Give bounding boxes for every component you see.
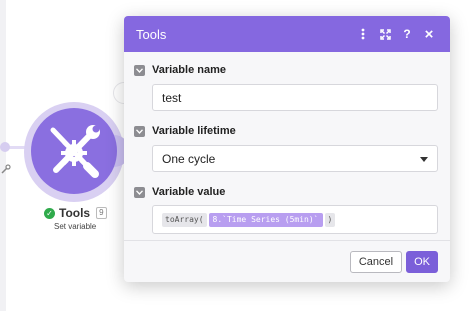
dialog-body: Variable name test Variable lifetime One…: [124, 52, 450, 234]
module-subtitle: Set variable: [54, 222, 97, 231]
small-wrench-icon[interactable]: [0, 163, 12, 175]
incoming-connection-dot[interactable]: [0, 142, 10, 152]
canvas-left-edge: [0, 0, 6, 311]
help-icon[interactable]: ?: [396, 23, 418, 45]
success-check-icon: ✓: [44, 207, 55, 219]
dialog-title: Tools: [136, 26, 167, 42]
collapse-chevron-icon[interactable]: [134, 125, 145, 137]
tools-module[interactable]: [31, 108, 117, 194]
variable-name-label: Variable name: [152, 64, 226, 76]
dialog-footer: Cancel OK: [124, 240, 450, 282]
variable-name-label-row[interactable]: Variable name: [134, 62, 438, 78]
tools-icon: [50, 125, 100, 178]
variable-lifetime-label: Variable lifetime: [152, 125, 236, 137]
variable-lifetime-label-row[interactable]: Variable lifetime: [134, 123, 438, 139]
module-label[interactable]: ✓ Tools 9: [44, 206, 107, 220]
function-pill-open[interactable]: toArray(: [162, 212, 207, 227]
module-id-badge: 9: [96, 207, 107, 219]
cancel-button[interactable]: Cancel: [349, 250, 403, 273]
variable-value-input[interactable]: toArray( 8.`Time Series (5min)` ): [152, 205, 438, 234]
mapped-variable-pill[interactable]: 8.`Time Series (5min)`: [208, 212, 323, 227]
ok-button[interactable]: OK: [406, 250, 438, 273]
variable-name-input[interactable]: test: [152, 84, 438, 111]
function-pill-close[interactable]: ): [324, 212, 336, 227]
more-vertical-icon[interactable]: [352, 23, 374, 45]
close-icon[interactable]: ×: [418, 23, 440, 45]
expand-icon[interactable]: [374, 23, 396, 45]
collapse-chevron-icon[interactable]: [134, 64, 145, 76]
dropdown-caret-icon: [420, 157, 428, 162]
collapse-chevron-icon[interactable]: [134, 186, 145, 198]
variable-lifetime-value: One cycle: [162, 152, 216, 166]
module-settings-dialog: Tools ? × Variable name test Variable li…: [124, 16, 450, 282]
module-title: Tools: [59, 206, 91, 220]
variable-value-label: Variable value: [152, 186, 226, 198]
variable-value-label-row[interactable]: Variable value: [134, 184, 438, 200]
dialog-header[interactable]: Tools ? ×: [124, 16, 450, 52]
variable-lifetime-select[interactable]: One cycle: [152, 145, 438, 172]
